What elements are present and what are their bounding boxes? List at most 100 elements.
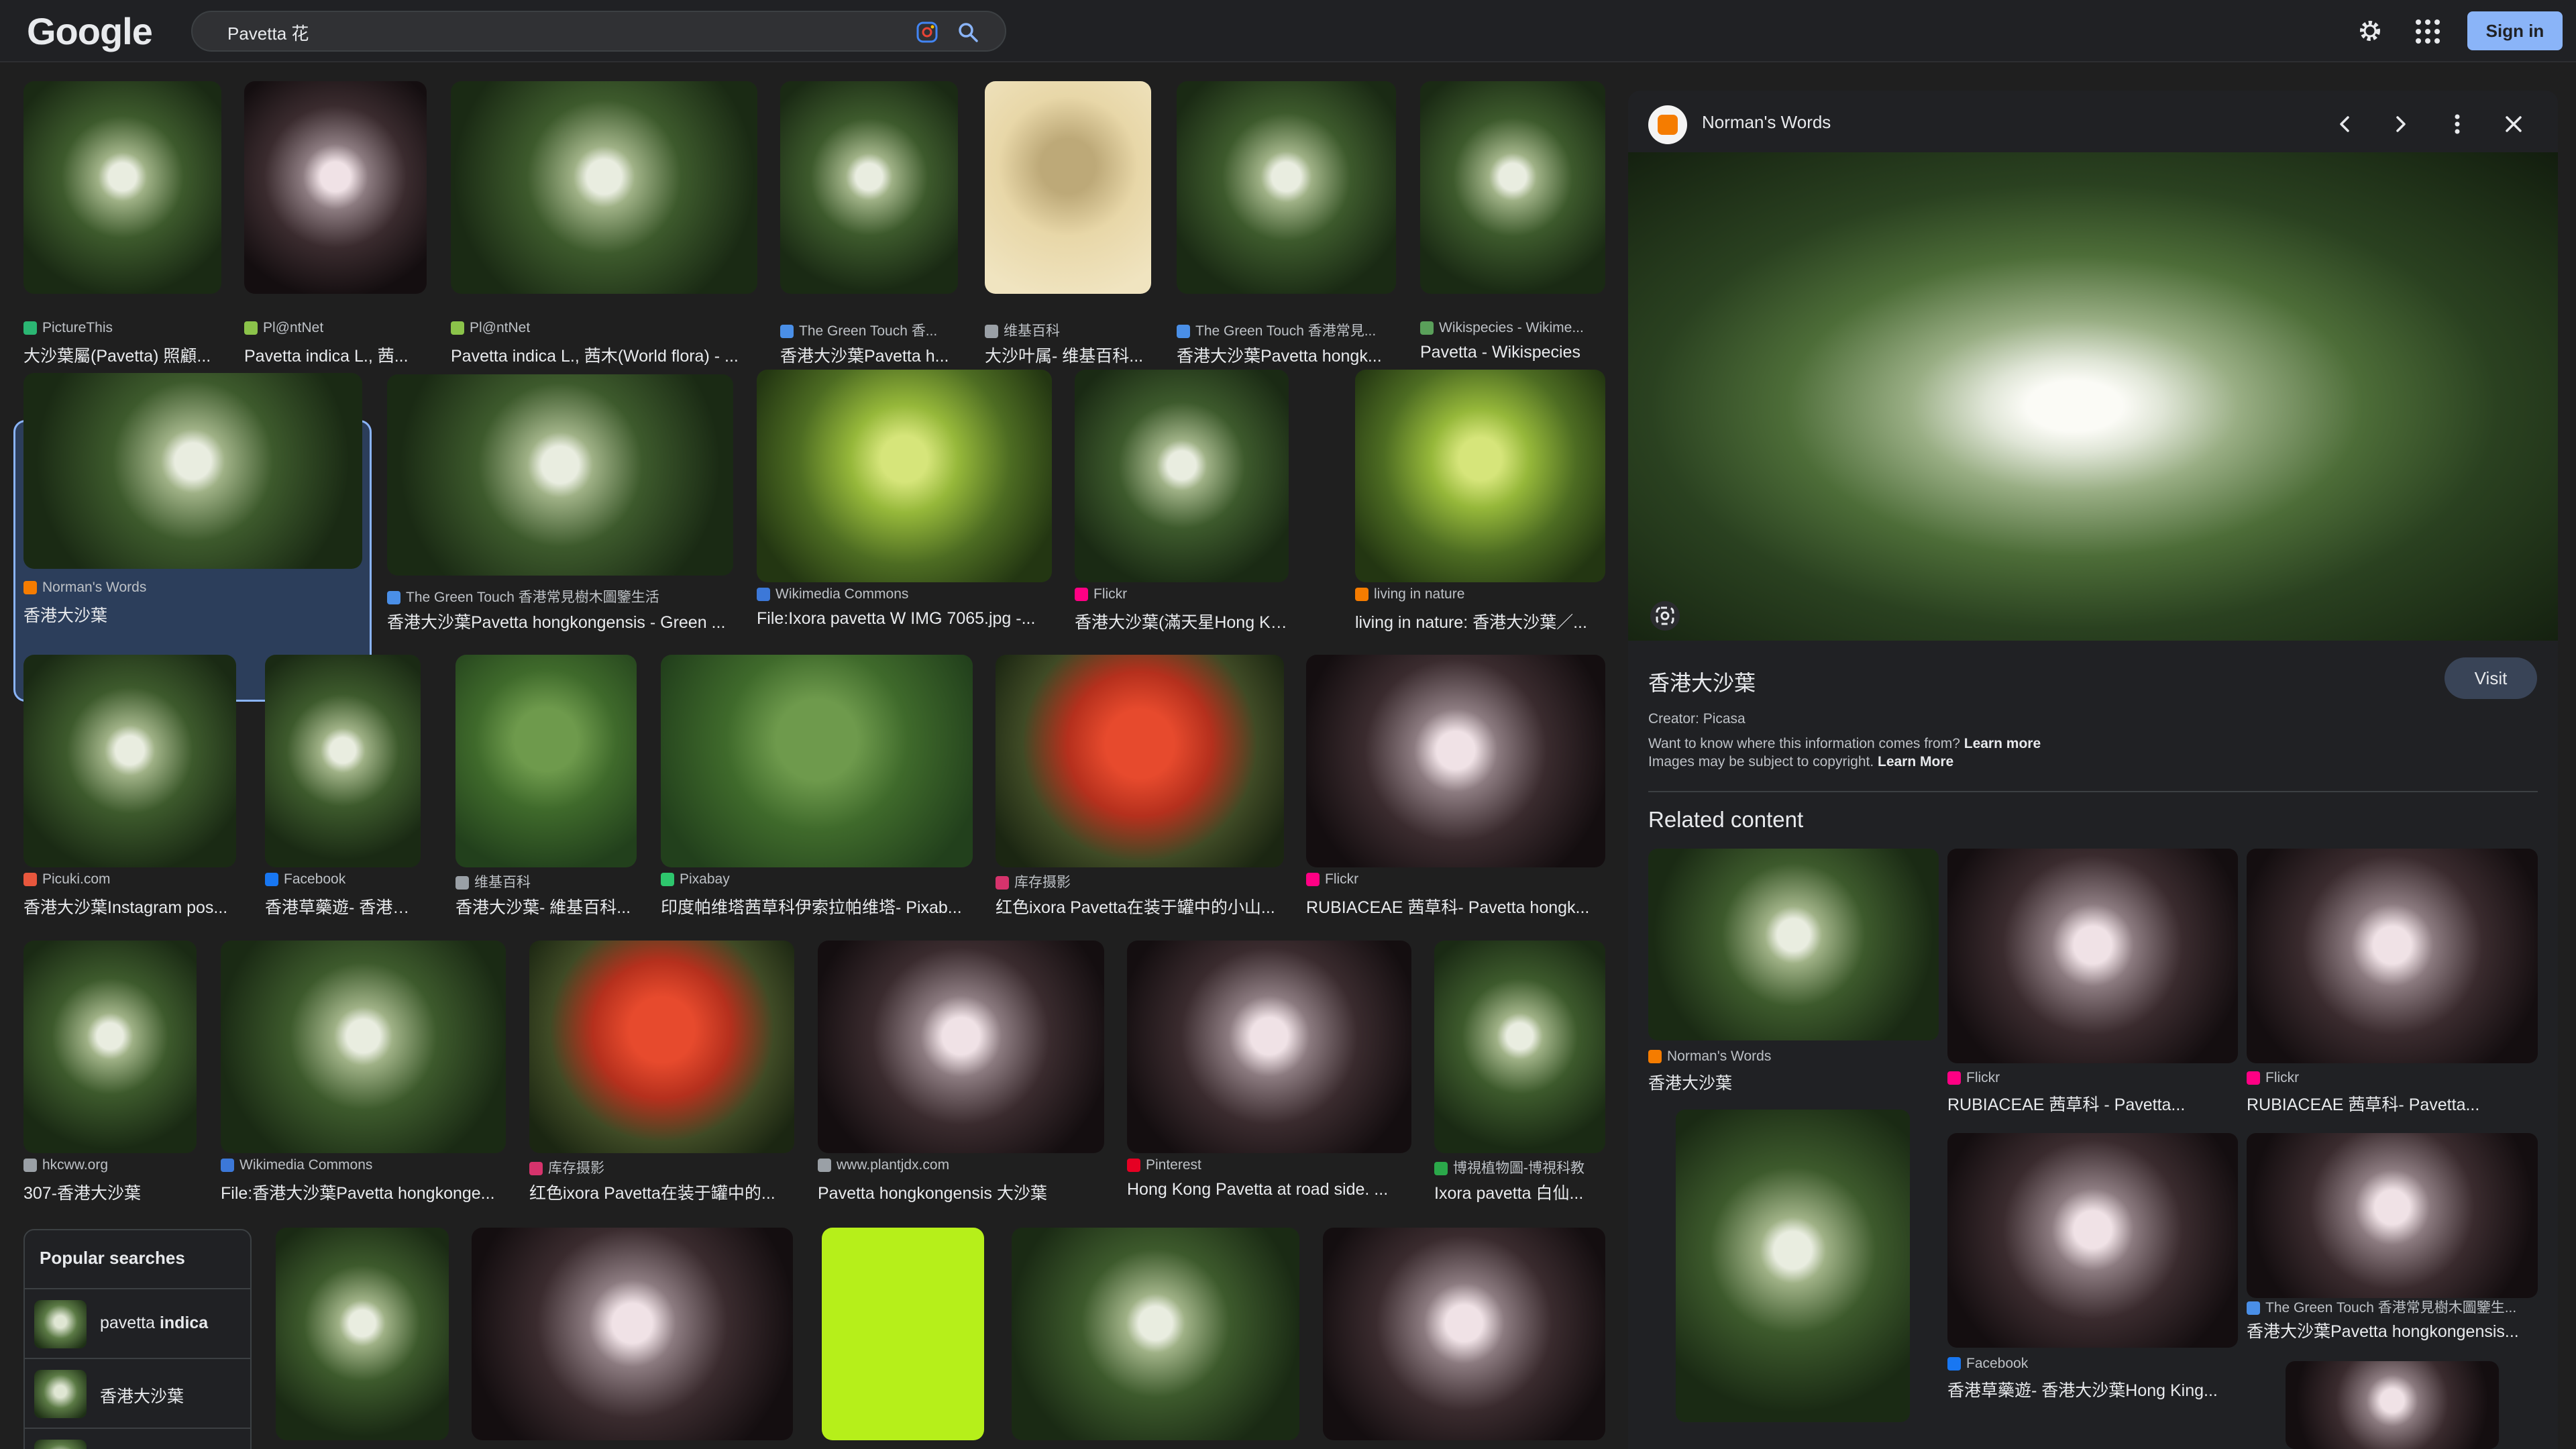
result-caption[interactable]: Pavetta indica L., 茜... [244, 343, 427, 367]
related-caption[interactable]: 香港大沙葉 [1648, 1070, 1939, 1094]
result-thumbnail[interactable] [1323, 1228, 1605, 1440]
visit-button[interactable]: Visit [2445, 657, 2537, 699]
related-thumbnail[interactable] [2286, 1361, 2499, 1449]
result-caption[interactable]: Pavetta indica L., 茜木(World flora) - ... [451, 343, 757, 367]
result-thumbnail[interactable] [818, 941, 1104, 1153]
result-source[interactable]: Wikimedia Commons [757, 586, 1052, 602]
result-source[interactable]: 库存摄影 [529, 1157, 794, 1177]
result-caption[interactable]: 香港大沙葉 [23, 602, 362, 627]
result-caption[interactable]: File:Ixora pavetta W IMG 7065.jpg -... [757, 609, 1052, 629]
result-caption[interactable]: 香港大沙葉Instagram pos... [23, 894, 236, 918]
result-thumbnail[interactable] [529, 941, 794, 1153]
result-caption[interactable]: 红色ixora Pavetta在装于罐中的... [529, 1180, 794, 1204]
result-thumbnail[interactable] [822, 1228, 984, 1440]
search-inside-image-icon[interactable] [1648, 599, 1682, 633]
result-thumbnail[interactable] [996, 655, 1284, 867]
related-thumbnail[interactable] [1947, 1133, 2238, 1348]
result-caption[interactable]: Hong Kong Pavetta at road side. ... [1127, 1180, 1411, 1199]
result-thumbnail[interactable] [780, 81, 958, 294]
related-thumbnail[interactable] [2247, 849, 2538, 1063]
related-caption[interactable]: 香港草藥遊- 香港大沙葉Hong King... [1947, 1377, 2238, 1401]
result-thumbnail[interactable] [1012, 1228, 1299, 1440]
result-source[interactable]: hkcww.org [23, 1157, 197, 1173]
more-options-icon[interactable] [2443, 109, 2472, 139]
result-source[interactable]: Pl@ntNet [451, 320, 757, 336]
result-thumbnail[interactable] [472, 1228, 793, 1440]
result-source[interactable]: The Green Touch 香港常見... [1177, 320, 1396, 340]
popular-search-item[interactable]: 香港大沙葉 [25, 1358, 250, 1428]
result-source[interactable]: 库存摄影 [996, 871, 1284, 892]
result-source[interactable]: 维基百科 [985, 320, 1151, 340]
result-thumbnail[interactable] [23, 373, 362, 569]
result-thumbnail[interactable] [451, 81, 757, 294]
result-source[interactable]: Pixabay [661, 871, 973, 888]
result-source[interactable]: Flickr [1075, 586, 1289, 602]
result-thumbnail[interactable] [1127, 941, 1411, 1153]
result-thumbnail[interactable] [757, 370, 1052, 582]
result-caption[interactable]: Pavetta - Wikispecies [1420, 343, 1605, 362]
result-thumbnail[interactable] [1075, 370, 1289, 582]
search-box[interactable] [191, 11, 1006, 52]
result-thumbnail[interactable] [387, 374, 733, 576]
settings-gear-icon[interactable] [2355, 16, 2385, 46]
result-caption[interactable]: 香港大沙葉(滿天星Hong Kong ... [1075, 609, 1289, 633]
related-caption[interactable]: 香港大沙葉Pavetta hongkongensis... [2247, 1318, 2538, 1342]
related-source[interactable]: Flickr [1947, 1070, 2238, 1086]
result-thumbnail[interactable] [661, 655, 973, 867]
search-input[interactable] [227, 17, 871, 47]
result-caption[interactable]: 红色ixora Pavetta在装于罐中的小山... [996, 894, 1284, 918]
result-source[interactable]: Norman's Words [23, 580, 362, 596]
result-source[interactable]: PictureThis [23, 320, 221, 336]
result-source[interactable]: Facebook [265, 871, 421, 888]
related-thumbnail[interactable] [1648, 849, 1939, 1040]
related-caption[interactable]: RUBIACEAE 茜草科- Pavetta... [2247, 1091, 2538, 1116]
result-caption[interactable]: RUBIACEAE 茜草科- Pavetta hongk... [1306, 894, 1605, 918]
result-caption[interactable]: Pavetta hongkongensis 大沙葉 [818, 1180, 1104, 1204]
result-caption[interactable]: 印度帕维塔茜草科伊索拉帕维塔- Pixab... [661, 894, 973, 918]
result-thumbnail[interactable] [23, 81, 221, 294]
related-source[interactable]: The Green Touch 香港常見樹木圖鑒生... [2247, 1297, 2538, 1317]
result-source[interactable]: Pinterest [1127, 1157, 1411, 1173]
learn-more-link[interactable]: Learn more [1964, 736, 2041, 751]
result-caption[interactable]: 大沙葉屬(Pavetta) 照顧... [23, 343, 221, 367]
result-thumbnail[interactable] [221, 941, 506, 1153]
result-thumbnail[interactable] [455, 655, 637, 867]
result-thumbnail[interactable] [23, 655, 236, 867]
result-caption[interactable]: 大沙叶属- 维基百科... [985, 343, 1151, 367]
result-thumbnail[interactable] [1355, 370, 1605, 582]
result-thumbnail[interactable] [23, 941, 197, 1153]
result-thumbnail[interactable] [1306, 655, 1605, 867]
related-thumbnail[interactable] [2247, 1133, 2538, 1298]
learn-more-link[interactable]: Learn More [1878, 754, 1953, 769]
result-source[interactable]: www.plantjdx.com [818, 1157, 1104, 1173]
result-thumbnail[interactable] [985, 81, 1151, 294]
result-thumbnail[interactable] [244, 81, 427, 294]
result-source[interactable]: Wikispecies - Wikime... [1420, 320, 1605, 336]
preview-image[interactable] [1628, 152, 2558, 641]
related-source[interactable]: Facebook [1947, 1356, 2238, 1372]
result-caption[interactable]: 香港大沙葉Pavetta hongkongensis - Green ... [387, 609, 733, 633]
result-source[interactable]: living in nature [1355, 586, 1605, 602]
related-source[interactable]: Norman's Words [1648, 1049, 1939, 1065]
result-thumbnail[interactable] [1420, 81, 1605, 294]
related-thumbnail[interactable] [1947, 849, 2238, 1063]
related-thumbnail[interactable] [1676, 1110, 1910, 1422]
result-caption[interactable]: 香港大沙葉Pavetta hongk... [1177, 343, 1396, 367]
popular-search-item[interactable] [25, 1428, 250, 1449]
result-caption[interactable]: living in nature: 香港大沙葉／... [1355, 609, 1605, 633]
related-caption[interactable]: RUBIACEAE 茜草科 - Pavetta... [1947, 1091, 2238, 1116]
google-logo[interactable]: Google [27, 9, 153, 53]
result-source[interactable]: The Green Touch 香... [780, 320, 958, 340]
result-source[interactable]: 博視植物圖-博視科教 [1434, 1157, 1605, 1177]
search-icon[interactable] [956, 20, 980, 44]
popular-search-item[interactable]: pavetta indica [25, 1288, 250, 1358]
result-caption[interactable]: Ixora pavetta 白仙... [1434, 1180, 1605, 1204]
result-thumbnail[interactable] [1177, 81, 1396, 294]
result-source[interactable]: Flickr [1306, 871, 1605, 888]
result-source[interactable]: Picuki.com [23, 871, 236, 888]
close-icon[interactable] [2499, 109, 2528, 139]
result-source[interactable]: The Green Touch 香港常見樹木圖鑒生活 [387, 586, 733, 606]
previous-image-icon[interactable] [2330, 109, 2359, 139]
result-caption[interactable]: 307-香港大沙葉 [23, 1180, 197, 1204]
related-source[interactable]: Flickr [2247, 1070, 2538, 1086]
